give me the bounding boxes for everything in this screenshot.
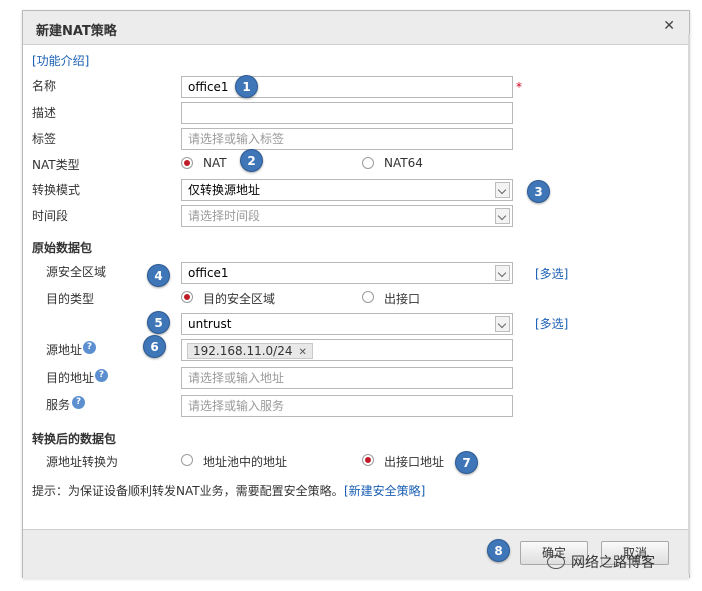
dst-zone-multi-select-link[interactable]: [多选] — [535, 315, 568, 332]
name-input[interactable]: office1 — [181, 76, 513, 98]
egress-interface-radio[interactable] — [362, 291, 374, 303]
close-icon[interactable]: ✕ — [663, 18, 675, 34]
address-pool-radio[interactable] — [181, 454, 193, 466]
src-addr-input[interactable]: 192.168.11.0/24 ✕ — [181, 339, 513, 361]
dst-zone-select[interactable]: untrust — [181, 313, 513, 335]
tag-input[interactable]: 请选择或输入标签 — [181, 128, 513, 150]
annotation-badge: 8 — [487, 539, 510, 562]
time-range-placeholder: 请选择时间段 — [188, 209, 261, 223]
src-zone-select[interactable]: office1 — [181, 262, 513, 284]
src-translate-label: 源地址转换为 — [46, 455, 119, 469]
annotation-badge: 5 — [147, 311, 170, 334]
nat-type-label: NAT类型 — [32, 158, 80, 172]
chevron-down-icon[interactable] — [495, 182, 510, 198]
mode-select[interactable]: 仅转换源地址 — [181, 179, 513, 201]
src-zone-label: 源安全区域 — [46, 265, 107, 279]
new-security-policy-link[interactable]: [新建安全策略] — [344, 482, 425, 499]
address-pool-radio-label: 地址池中的地址 — [203, 455, 288, 469]
nat64-radio[interactable] — [362, 157, 374, 169]
feature-intro-link[interactable]: [功能介绍] — [32, 52, 89, 69]
service-label: 服务 — [46, 398, 71, 412]
help-icon[interactable]: ? — [95, 369, 108, 382]
scrollbar-edge — [688, 34, 690, 574]
tag-label: 标签 — [32, 132, 57, 146]
dst-addr-label: 目的地址 — [46, 371, 95, 385]
egress-address-radio-label: 出接口地址 — [384, 455, 445, 469]
chevron-down-icon[interactable] — [495, 265, 510, 281]
chevron-down-icon[interactable] — [495, 208, 510, 224]
src-addr-tag-label: 192.168.11.0/24 — [193, 344, 293, 358]
annotation-badge: 4 — [147, 264, 170, 287]
name-label: 名称 — [32, 79, 57, 93]
chat-bubble-icon — [547, 555, 565, 569]
watermark: 网络之路博客 — [547, 552, 655, 572]
src-zone-multi-select-link[interactable]: [多选] — [535, 265, 568, 282]
time-range-label: 时间段 — [32, 209, 69, 223]
time-range-select[interactable]: 请选择时间段 — [181, 205, 513, 227]
mode-label: 转换模式 — [32, 183, 81, 197]
nat64-radio-label: NAT64 — [384, 156, 423, 170]
annotation-badge: 3 — [527, 180, 550, 203]
src-addr-tag: 192.168.11.0/24 ✕ — [187, 343, 313, 359]
annotation-badge: 6 — [143, 335, 166, 358]
dst-zone-radio[interactable] — [181, 291, 193, 303]
tip-text: 提示：为保证设备顺利转发NAT业务，需要配置安全策略。 — [32, 484, 344, 498]
remove-tag-icon[interactable]: ✕ — [298, 347, 306, 358]
dst-addr-input[interactable]: 请选择或输入地址 — [181, 367, 513, 389]
src-addr-label: 源地址 — [46, 343, 83, 357]
nat-radio-label: NAT — [203, 156, 227, 170]
original-packet-heading: 原始数据包 — [32, 241, 93, 255]
watermark-text: 网络之路博客 — [571, 555, 655, 571]
chevron-down-icon[interactable] — [495, 316, 510, 332]
egress-address-radio[interactable] — [362, 454, 374, 466]
annotation-badge: 2 — [240, 149, 263, 172]
annotation-badge: 1 — [235, 75, 258, 98]
help-icon[interactable]: ? — [72, 396, 85, 409]
dst-type-label: 目的类型 — [46, 292, 95, 306]
dialog-titlebar[interactable]: 新建NAT策略 ✕ — [23, 11, 689, 45]
description-label: 描述 — [32, 106, 57, 120]
required-mark: * — [516, 80, 522, 94]
nat-radio[interactable] — [181, 157, 193, 169]
dialog-title: 新建NAT策略 — [36, 24, 117, 39]
dst-zone-radio-label: 目的安全区域 — [203, 292, 276, 306]
annotation-badge: 7 — [455, 451, 478, 474]
dst-zone-value: untrust — [188, 317, 232, 331]
egress-interface-radio-label: 出接口 — [384, 292, 421, 306]
mode-value: 仅转换源地址 — [188, 183, 261, 197]
description-input[interactable] — [181, 102, 513, 124]
service-input[interactable]: 请选择或输入服务 — [181, 395, 513, 417]
translated-packet-heading: 转换后的数据包 — [32, 432, 117, 446]
src-zone-value: office1 — [188, 266, 229, 280]
help-icon[interactable]: ? — [83, 341, 96, 354]
